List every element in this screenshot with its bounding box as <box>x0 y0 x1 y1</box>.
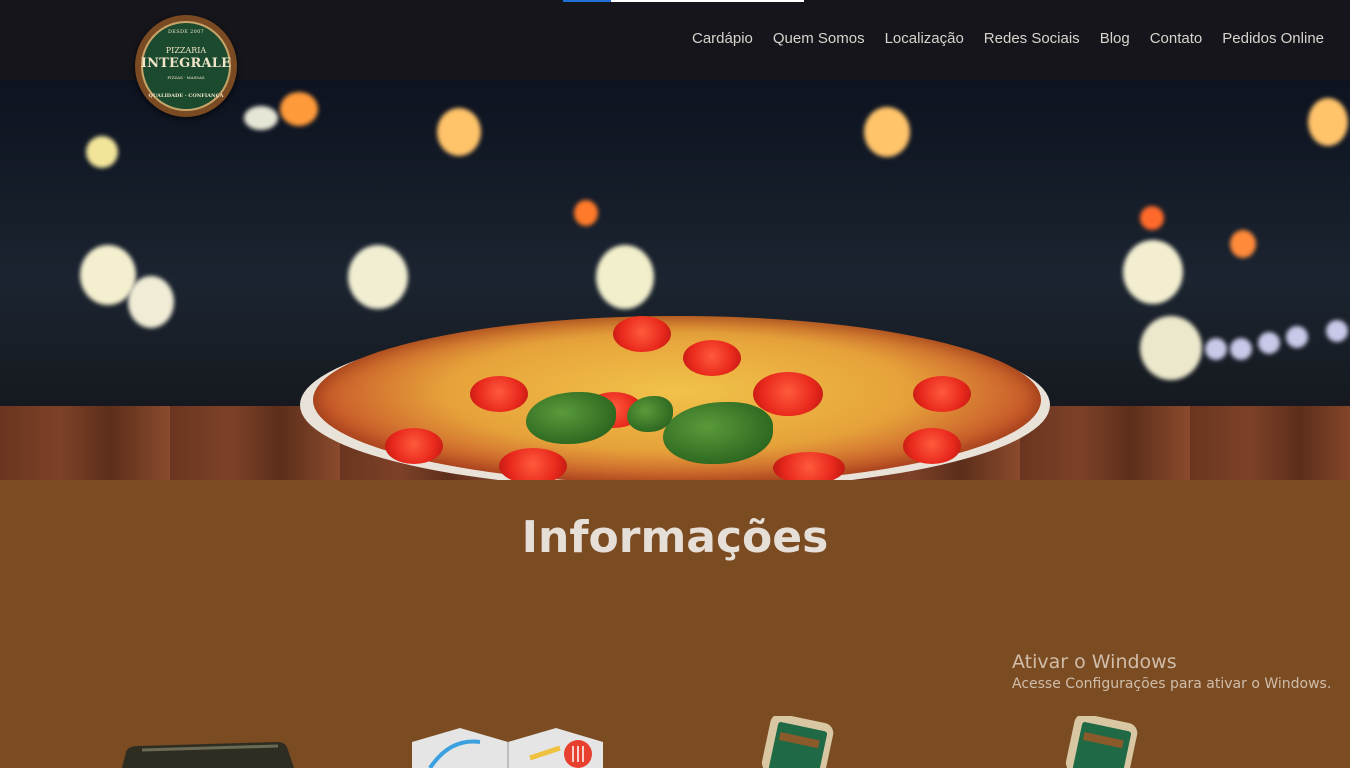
basil-leaf <box>663 402 773 464</box>
logo-since-text: DESDE 2007 <box>167 29 205 35</box>
tomato-slice <box>773 452 845 480</box>
bokeh-light <box>1286 326 1308 348</box>
hero-banner <box>0 80 1350 480</box>
watermark-title: Ativar o Windows <box>1012 651 1177 673</box>
logo-top-text: PIZZARIA <box>165 46 207 55</box>
tomato-slice <box>913 376 971 412</box>
tomato-slice <box>683 340 741 376</box>
tomato-slice <box>470 376 528 412</box>
bokeh-light <box>348 245 408 309</box>
nav-link-localizacao[interactable]: Localização <box>885 30 964 47</box>
bokeh-light <box>1258 332 1280 354</box>
logo-badge: DESDE 2007 PIZZARIA INTEGRALE PIZZAS · M… <box>141 21 231 111</box>
bokeh-light <box>128 276 174 328</box>
bokeh-light <box>1205 338 1227 360</box>
nav-link-contato[interactable]: Contato <box>1150 30 1203 47</box>
smartphone-icon[interactable] <box>760 716 840 768</box>
bokeh-light <box>1123 240 1183 304</box>
tomato-slice <box>613 316 671 352</box>
wallet-icon[interactable] <box>118 742 298 768</box>
pizzaria-logo[interactable]: DESDE 2007 PIZZARIA INTEGRALE PIZZAS · M… <box>135 15 237 117</box>
nav-link-redes-sociais[interactable]: Redes Sociais <box>984 30 1080 47</box>
info-section-title: Informações <box>521 512 829 563</box>
bokeh-light <box>1140 206 1164 230</box>
bokeh-light <box>1230 230 1256 258</box>
map-icon[interactable] <box>410 728 605 768</box>
bokeh-light <box>1140 316 1202 380</box>
bokeh-light <box>864 107 910 157</box>
nav-link-quem-somos[interactable]: Quem Somos <box>773 30 865 47</box>
bokeh-light <box>1326 320 1348 342</box>
nav-link-blog[interactable]: Blog <box>1100 30 1130 47</box>
bokeh-light <box>1230 338 1252 360</box>
progress-bar-fill <box>563 0 611 2</box>
smartphone-icon[interactable] <box>1064 716 1144 768</box>
bokeh-light <box>280 92 318 126</box>
bokeh-light <box>596 245 654 309</box>
bokeh-light <box>86 136 118 168</box>
basil-leaf <box>526 392 616 444</box>
logo-bottom-text: QUALIDADE · CONFIANÇA <box>148 93 224 99</box>
tomato-slice <box>499 448 567 480</box>
tomato-slice <box>753 372 823 416</box>
bokeh-light <box>437 108 481 156</box>
logo-name-text: INTEGRALE <box>140 56 232 71</box>
main-navigation: Cardápio Quem Somos Localização Redes So… <box>692 30 1324 47</box>
tomato-slice <box>903 428 961 464</box>
bokeh-light <box>574 200 598 226</box>
bokeh-light <box>1308 98 1348 146</box>
tomato-slice <box>385 428 443 464</box>
windows-activation-watermark: Ativar o Windows Acesse Configurações pa… <box>1012 651 1331 692</box>
logo-sub-text: PIZZAS · MASSAS <box>167 75 205 80</box>
nav-link-pedidos-online[interactable]: Pedidos Online <box>1222 30 1324 47</box>
watermark-subtitle: Acesse Configurações para ativar o Windo… <box>1012 676 1332 692</box>
pizza-image <box>313 316 1041 480</box>
bokeh-light <box>244 106 278 130</box>
nav-link-cardapio[interactable]: Cardápio <box>692 30 753 47</box>
page-load-progress-bar <box>563 0 804 2</box>
